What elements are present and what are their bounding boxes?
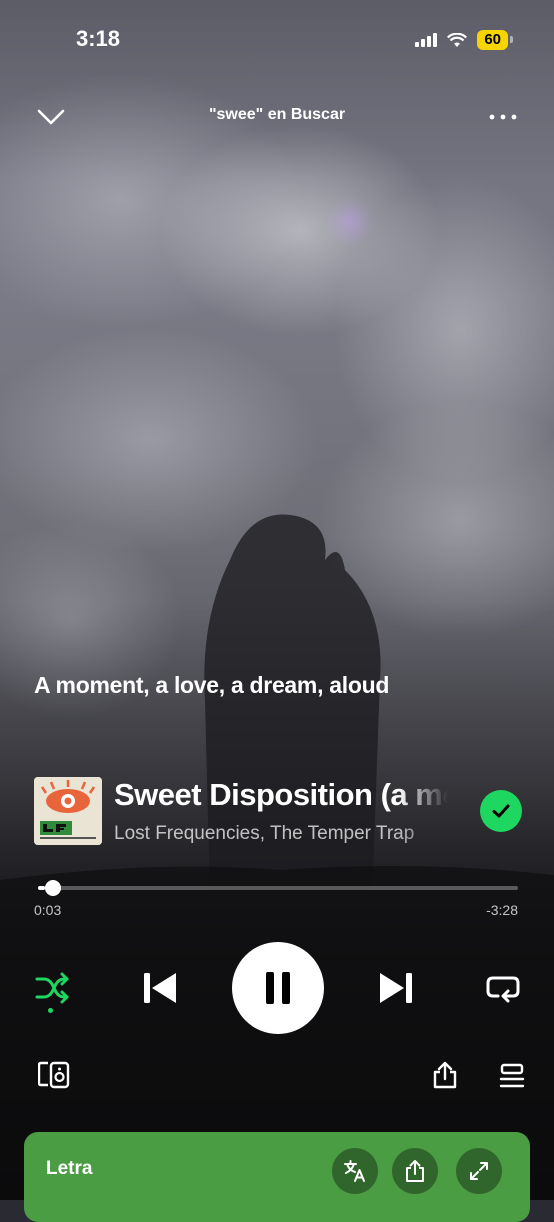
shuffle-icon[interactable]: [34, 970, 70, 1006]
time-elapsed: 0:03: [34, 902, 62, 918]
track-artists[interactable]: Lost Frequencies, The Temper Trap: [114, 823, 448, 845]
share-icon: [406, 1160, 424, 1182]
time-remaining: -3:28: [486, 902, 518, 918]
progress-fill: [38, 886, 46, 890]
page-title: "swee" en Buscar: [208, 106, 346, 123]
translate-icon: [344, 1160, 365, 1182]
more-options-icon[interactable]: [488, 106, 518, 128]
connect-device-icon[interactable]: [38, 1060, 70, 1090]
album-art-icon: [34, 777, 102, 845]
cellular-signal-icon: [415, 33, 438, 47]
share-icon[interactable]: [430, 1060, 460, 1090]
battery-indicator: 60: [477, 30, 513, 50]
liked-button[interactable]: [480, 790, 522, 832]
expand-icon: [470, 1162, 488, 1180]
pause-button[interactable]: [232, 942, 324, 1034]
pause-icon: [266, 972, 290, 1004]
track-title[interactable]: Sweet Disposition (a moment, a love): [114, 777, 448, 813]
repeat-icon[interactable]: [484, 970, 522, 1006]
progress-bar[interactable]: [38, 886, 518, 890]
lyrics-card[interactable]: Letra: [24, 1132, 530, 1222]
lyrics-share-button[interactable]: [392, 1148, 438, 1194]
translate-button[interactable]: [332, 1148, 378, 1194]
shuffle-active-dot: [48, 1008, 53, 1013]
skip-next-icon[interactable]: [376, 968, 416, 1008]
queue-icon[interactable]: [498, 1062, 526, 1090]
wifi-icon: [447, 32, 468, 47]
skip-previous-icon[interactable]: [140, 968, 180, 1008]
lyrics-card-title: Letra: [46, 1158, 93, 1179]
checkmark-icon: [492, 804, 510, 818]
status-time: 3:18: [76, 26, 121, 51]
expand-lyrics-button[interactable]: [456, 1148, 502, 1194]
current-lyric-line: A moment, a love, a dream, aloud: [34, 672, 390, 698]
status-icons: 60: [415, 30, 513, 50]
album-cover[interactable]: [34, 777, 102, 845]
